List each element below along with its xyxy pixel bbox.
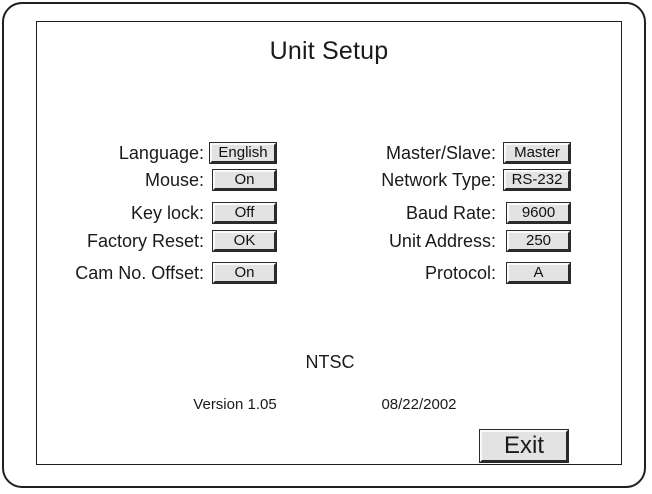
factory-reset-label: Factory Reset: xyxy=(86,231,204,251)
baud-rate-button[interactable]: 9600 xyxy=(506,202,571,224)
unit-address-button[interactable]: 250 xyxy=(506,230,571,252)
video-standard-text: NTSC xyxy=(305,352,355,372)
exit-button[interactable]: Exit xyxy=(479,429,569,463)
baud-rate-label: Baud Rate: xyxy=(405,203,496,223)
language-button[interactable]: English xyxy=(209,142,277,164)
unit-address-label: Unit Address: xyxy=(388,231,496,251)
language-label: Language: xyxy=(118,143,204,163)
key-lock-label: Key lock: xyxy=(130,203,204,223)
master-slave-label: Master/Slave: xyxy=(385,143,496,163)
unit-setup-panel: Unit Setup Language: English Mouse: On K… xyxy=(36,21,622,465)
mouse-button[interactable]: On xyxy=(212,169,277,191)
version-text: Version 1.05 xyxy=(193,396,277,413)
page-title: Unit Setup xyxy=(269,37,389,65)
network-type-label: Network Type: xyxy=(381,170,496,190)
protocol-label: Protocol: xyxy=(424,263,496,283)
network-type-button[interactable]: RS-232 xyxy=(503,169,571,191)
cam-no-offset-button[interactable]: On xyxy=(212,262,277,284)
factory-reset-button[interactable]: OK xyxy=(212,230,277,252)
date-text: 08/22/2002 xyxy=(381,396,457,413)
key-lock-button[interactable]: Off xyxy=(212,202,277,224)
master-slave-button[interactable]: Master xyxy=(503,142,571,164)
protocol-button[interactable]: A xyxy=(506,262,571,284)
mouse-label: Mouse: xyxy=(144,170,204,190)
cam-no-offset-label: Cam No. Offset: xyxy=(75,263,204,283)
